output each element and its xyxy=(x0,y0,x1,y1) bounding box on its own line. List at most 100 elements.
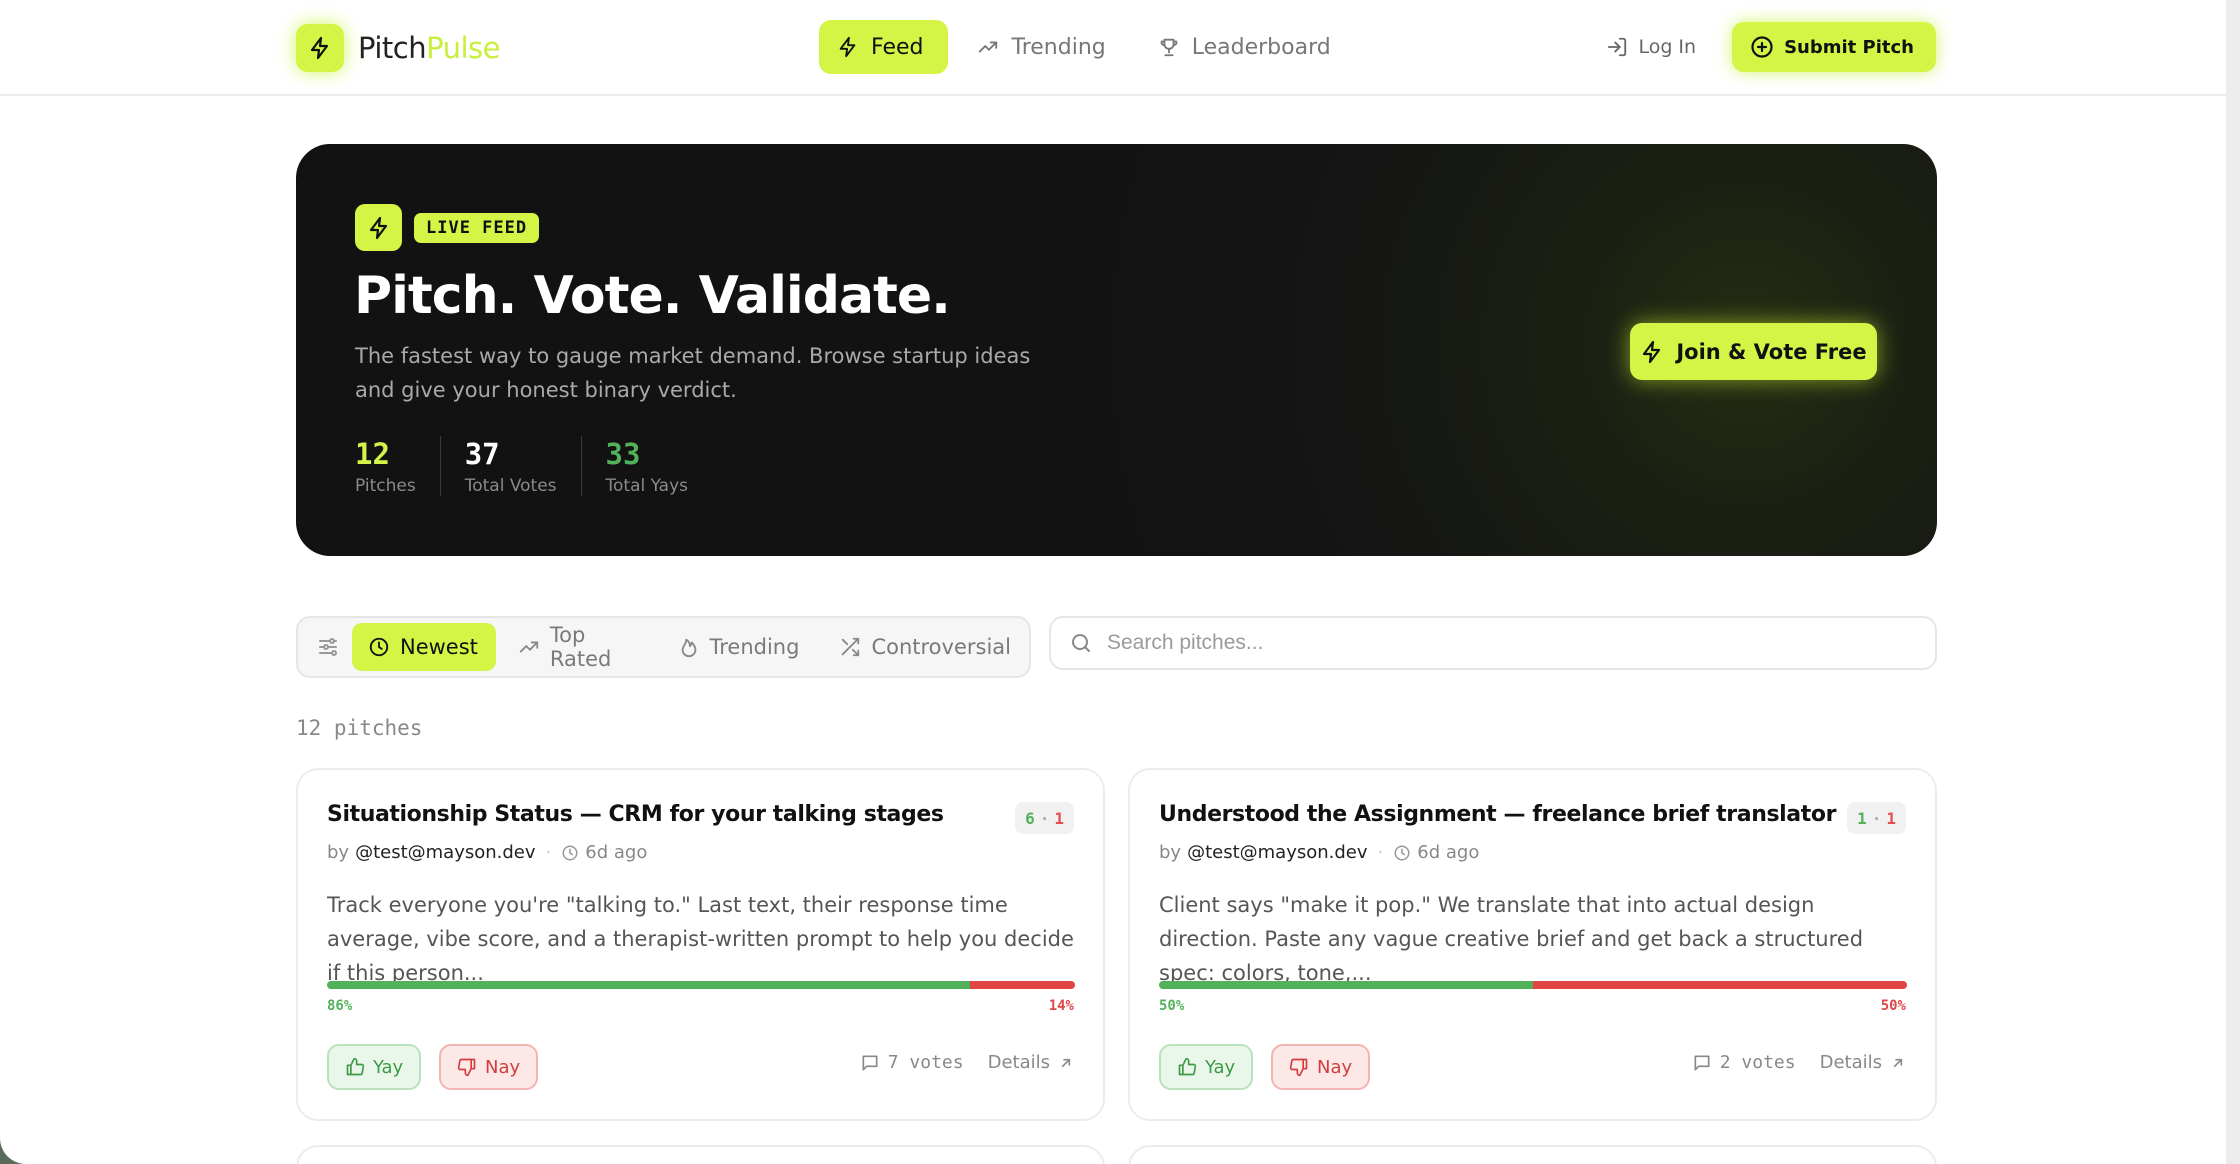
nay-button[interactable]: Nay xyxy=(1271,1044,1371,1090)
votes-label: 2 votes xyxy=(1719,1052,1796,1073)
pitch-card-partial[interactable] xyxy=(1128,1145,1937,1164)
comment-icon xyxy=(1692,1053,1712,1073)
filter-newest[interactable]: Newest xyxy=(352,623,496,671)
time-ago: 6d ago xyxy=(585,842,648,863)
plus-circle-icon xyxy=(1750,35,1774,59)
pitch-card-partial[interactable] xyxy=(296,1145,1105,1164)
stat-value: 37 xyxy=(464,437,500,471)
yay-label: Yay xyxy=(1205,1056,1236,1078)
clock-icon xyxy=(368,636,390,658)
filter-label: Trending xyxy=(709,635,800,659)
scrollbar[interactable] xyxy=(2226,0,2240,1164)
nav-leaderboard[interactable]: Leaderboard xyxy=(1140,20,1355,74)
pitch-meta: by @test@mayson.dev · 6d ago xyxy=(1159,842,1480,863)
pitch-description: Client says "make it pop." We translate … xyxy=(1159,893,1864,985)
nav-feed[interactable]: Feed xyxy=(819,20,948,74)
hero-subtitle: The fastest way to gauge market demand. … xyxy=(355,344,1031,402)
pitch-title[interactable]: Situationship Status — CRM for your talk… xyxy=(327,802,944,827)
trending-icon xyxy=(976,36,1000,58)
author-link[interactable]: @test@mayson.dev xyxy=(355,842,535,863)
brand-name: PitchPulse xyxy=(358,31,500,65)
pitch-card[interactable]: Situationship Status — CRM for your talk… xyxy=(296,768,1105,1121)
yay-count: 1 xyxy=(1857,808,1867,828)
header-actions: Log In Submit Pitch xyxy=(1606,22,1936,72)
stat-label: Total Yays xyxy=(605,476,689,496)
search-box xyxy=(1049,616,1937,670)
search-input[interactable] xyxy=(1107,631,1887,655)
pitch-title[interactable]: Understood the Assignment — freelance br… xyxy=(1159,802,1836,827)
main-nav: Feed Trending Leaderboard xyxy=(819,20,1355,74)
live-feed-badge-row: LIVE FEED xyxy=(355,204,540,251)
sliders-icon[interactable] xyxy=(316,635,340,659)
hero-stats: 12 Pitches 37 Total Votes 33 Total Yays xyxy=(355,436,736,496)
nay-button[interactable]: Nay xyxy=(439,1044,539,1090)
filter-top-rated[interactable]: Top Rated xyxy=(502,623,656,671)
stat-value: 12 xyxy=(355,437,390,471)
pitch-description: Track everyone you're "talking to." Last… xyxy=(327,893,1074,985)
brand-logo[interactable]: PitchPulse xyxy=(296,24,500,72)
filter-trending[interactable]: Trending xyxy=(662,623,818,671)
thumbs-down-icon xyxy=(1289,1057,1309,1077)
details-link[interactable]: Details xyxy=(1820,1052,1906,1073)
login-link[interactable]: Log In xyxy=(1606,36,1696,58)
nay-fill xyxy=(970,981,1075,989)
yay-label: Yay xyxy=(373,1056,404,1078)
join-vote-label: Join & Vote Free xyxy=(1676,339,1867,364)
filter-controversial[interactable]: Controversial xyxy=(823,623,1029,671)
search-icon xyxy=(1069,631,1093,655)
clock-icon xyxy=(1393,844,1411,862)
details-label: Details xyxy=(987,1052,1050,1073)
stat-label: Pitches xyxy=(355,476,416,496)
details-label: Details xyxy=(1819,1052,1882,1073)
votes-count: 2 votes xyxy=(1692,1052,1796,1073)
bolt-icon xyxy=(837,36,859,58)
thumbs-down-icon xyxy=(457,1057,477,1077)
submit-pitch-label: Submit Pitch xyxy=(1784,36,1914,58)
nav-trending[interactable]: Trending xyxy=(958,20,1130,74)
filter-label: Controversial xyxy=(871,635,1011,659)
nay-percent: 50% xyxy=(1880,998,1906,1014)
nav-feed-label: Feed xyxy=(871,34,924,60)
nay-label: Nay xyxy=(1317,1056,1353,1078)
yay-button[interactable]: Yay xyxy=(1159,1044,1254,1090)
votes-count: 7 votes xyxy=(860,1052,964,1073)
vote-tally: 6 · 1 xyxy=(1015,802,1074,834)
hero-title: Pitch. Vote. Validate. xyxy=(354,266,951,326)
hero-banner: LIVE FEED Pitch. Vote. Validate. The fas… xyxy=(296,144,1937,556)
stat-total-votes: 37 Total Votes xyxy=(465,436,582,496)
pitch-count: 12 pitches xyxy=(296,716,423,740)
login-label: Log In xyxy=(1638,36,1697,58)
by-label: by xyxy=(327,842,350,863)
author-link[interactable]: @test@mayson.dev xyxy=(1187,842,1367,863)
filter-label: Newest xyxy=(400,635,478,659)
vote-ratio-bar xyxy=(327,981,1075,989)
login-icon xyxy=(1606,36,1628,58)
thumbs-up-icon xyxy=(345,1057,365,1077)
nay-count: 1 xyxy=(1886,808,1896,828)
shuffle-icon xyxy=(839,636,861,658)
yay-fill xyxy=(1159,981,1533,989)
pitch-meta: by @test@mayson.dev · 6d ago xyxy=(327,842,648,863)
comment-icon xyxy=(860,1053,880,1073)
nay-label: Nay xyxy=(485,1056,521,1078)
yay-button[interactable]: Yay xyxy=(327,1044,422,1090)
submit-pitch-button[interactable]: Submit Pitch xyxy=(1732,22,1936,72)
card-footer-right: 7 votes Details xyxy=(860,1052,1074,1073)
trophy-icon xyxy=(1158,36,1180,58)
pitch-card[interactable]: Understood the Assignment — freelance br… xyxy=(1128,768,1937,1121)
stat-total-yays: 33 Total Yays xyxy=(606,436,713,496)
bolt-icon xyxy=(296,24,344,72)
nay-percent: 14% xyxy=(1048,998,1074,1014)
stat-label: Total Votes xyxy=(464,476,557,496)
yay-fill xyxy=(327,981,971,989)
yay-percent: 86% xyxy=(327,998,353,1014)
nav-trending-label: Trending xyxy=(1011,34,1106,60)
yay-count: 6 xyxy=(1025,808,1035,828)
card-footer-right: 2 votes Details xyxy=(1692,1052,1906,1073)
vote-ratio-bar xyxy=(1159,981,1907,989)
votes-label: 7 votes xyxy=(887,1052,964,1073)
thumbs-up-icon xyxy=(1177,1057,1197,1077)
flame-icon xyxy=(678,636,700,658)
join-vote-button[interactable]: Join & Vote Free xyxy=(1630,323,1877,380)
details-link[interactable]: Details xyxy=(988,1052,1074,1073)
